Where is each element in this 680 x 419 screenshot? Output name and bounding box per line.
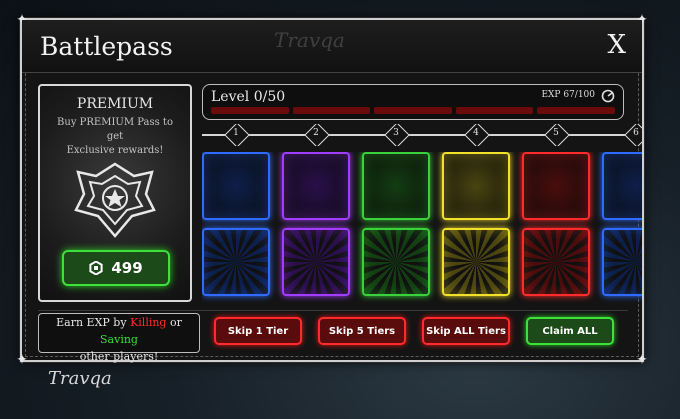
premium-description: Buy PREMIUM Pass to get Exclusive reward…: [50, 116, 180, 158]
title-bar: Battlepass Travqa X: [22, 20, 642, 73]
skip-all-tiers-button[interactable]: Skip ALL Tiers: [422, 317, 510, 345]
premium-description-line1: Buy PREMIUM Pass to get: [57, 117, 173, 142]
reward-tile-free-6[interactable]: [602, 152, 642, 220]
exp-gauge-icon: [601, 89, 615, 103]
exp-text: EXP 67/100: [541, 90, 595, 100]
tier-number: 3: [393, 128, 399, 138]
reward-tile-premium-4[interactable]: [442, 228, 510, 296]
claim-all-button[interactable]: Claim ALL: [526, 317, 614, 345]
premium-panel: PREMIUM Buy PREMIUM Pass to get Exclusiv…: [38, 84, 192, 302]
tier-track: 1 2 3 4 5 6: [202, 124, 642, 146]
premium-price: 499: [111, 259, 143, 277]
earn-or: or: [169, 316, 182, 329]
level-progress-bar: Level 0/50 EXP 67/100: [202, 84, 624, 120]
reward-tile-premium-5[interactable]: [522, 228, 590, 296]
reward-grid: [202, 152, 642, 308]
reward-tile-premium-3[interactable]: [362, 228, 430, 296]
window-title: Battlepass: [40, 32, 173, 61]
earn-prefix: Earn EXP by: [56, 316, 127, 329]
reward-tile-free-2[interactable]: [282, 152, 350, 220]
earn-suffix: other players!: [79, 350, 159, 363]
corner-ornament: ✦: [16, 352, 28, 368]
reward-tile-premium-6[interactable]: [602, 228, 642, 296]
buy-premium-button[interactable]: 499: [62, 250, 170, 286]
footer-bar: Earn EXP by Killing or Saving other play…: [38, 310, 628, 363]
level-segment: [374, 107, 452, 114]
close-button[interactable]: X: [607, 30, 626, 60]
robux-icon: [89, 261, 103, 275]
corner-ornament: ✦: [636, 352, 648, 368]
level-segment: [537, 107, 615, 114]
reward-tile-premium-1[interactable]: [202, 228, 270, 296]
tier-number: 1: [233, 128, 239, 138]
premium-title: PREMIUM: [76, 96, 154, 112]
premium-emblem-icon: [74, 162, 156, 238]
earn-save: Saving: [100, 333, 138, 346]
reward-tile-premium-2[interactable]: [282, 228, 350, 296]
tier-number: 6: [633, 128, 639, 138]
skip-5-tiers-button[interactable]: Skip 5 Tiers: [318, 317, 406, 345]
tier-number: 5: [553, 128, 559, 138]
reward-tile-free-4[interactable]: [442, 152, 510, 220]
level-text: Level 0/50: [211, 89, 286, 105]
earn-kill: Killing: [130, 316, 167, 329]
brand-logo: Travqa: [48, 368, 112, 389]
earn-exp-info: Earn EXP by Killing or Saving other play…: [38, 313, 200, 363]
tier-number: 4: [473, 128, 479, 138]
premium-description-line2: Exclusive rewards!: [66, 145, 164, 156]
reward-tile-free-1[interactable]: [202, 152, 270, 220]
tier-number: 2: [313, 128, 319, 138]
level-segments: [211, 107, 615, 114]
tier-track-line: [202, 134, 642, 136]
battlepass-window: ✦ ✦ ✦ ✦ Battlepass Travqa X PREMIUM Buy …: [16, 13, 648, 367]
level-segment: [211, 107, 289, 114]
skip-1-tier-button[interactable]: Skip 1 Tier: [214, 317, 302, 345]
watermark-logo: Travqa: [274, 28, 345, 52]
reward-tile-free-3[interactable]: [362, 152, 430, 220]
level-segment: [292, 107, 371, 114]
reward-tile-free-5[interactable]: [522, 152, 590, 220]
level-segment: [455, 107, 534, 114]
